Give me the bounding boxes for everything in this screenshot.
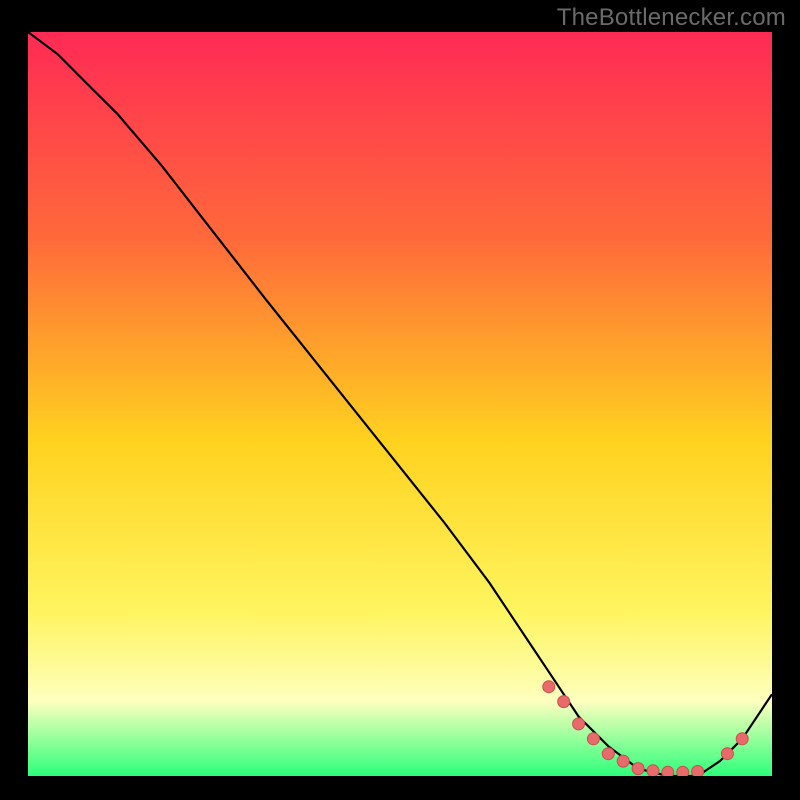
marker-point [632, 763, 644, 775]
chart-svg [28, 32, 772, 776]
marker-point [677, 766, 689, 776]
marker-point [602, 748, 614, 760]
marker-point [573, 718, 585, 730]
watermark-text: TheBottlenecker.com [557, 4, 786, 32]
plot-area [28, 32, 772, 776]
marker-point [617, 755, 629, 767]
chart-frame: TheBottlenecker.com [0, 0, 800, 800]
gradient-background [28, 32, 772, 776]
marker-point [736, 733, 748, 745]
marker-point [647, 765, 659, 776]
marker-point [662, 766, 674, 776]
marker-point [543, 681, 555, 693]
marker-point [721, 748, 733, 760]
marker-point [558, 696, 570, 708]
marker-point [587, 733, 599, 745]
marker-point [692, 766, 704, 777]
